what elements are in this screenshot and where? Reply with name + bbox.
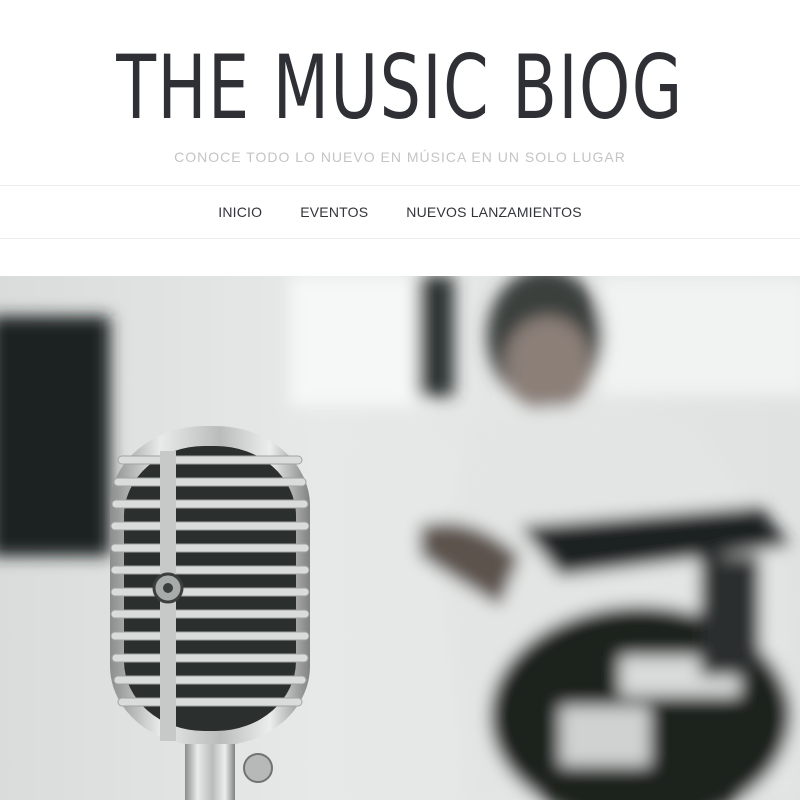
site-tagline: CONOCE TODO LO NUEVO EN MÚSICA EN UN SOL… bbox=[174, 149, 626, 165]
site-title[interactable]: THE MUSIC BIOG bbox=[104, 36, 696, 140]
main-navigation: INICIO EVENTOS NUEVOS LANZAMIENTOS bbox=[0, 185, 800, 239]
hero-image bbox=[0, 276, 800, 800]
nav-item-inicio[interactable]: INICIO bbox=[199, 204, 281, 220]
nav-item-eventos[interactable]: EVENTOS bbox=[281, 204, 387, 220]
site-header: THE MUSIC BIOG CONOCE TODO LO NUEVO EN M… bbox=[0, 0, 800, 186]
microphone-guitarist-photo bbox=[0, 276, 800, 800]
nav-item-nuevos-lanzamientos[interactable]: NUEVOS LANZAMIENTOS bbox=[387, 204, 600, 220]
